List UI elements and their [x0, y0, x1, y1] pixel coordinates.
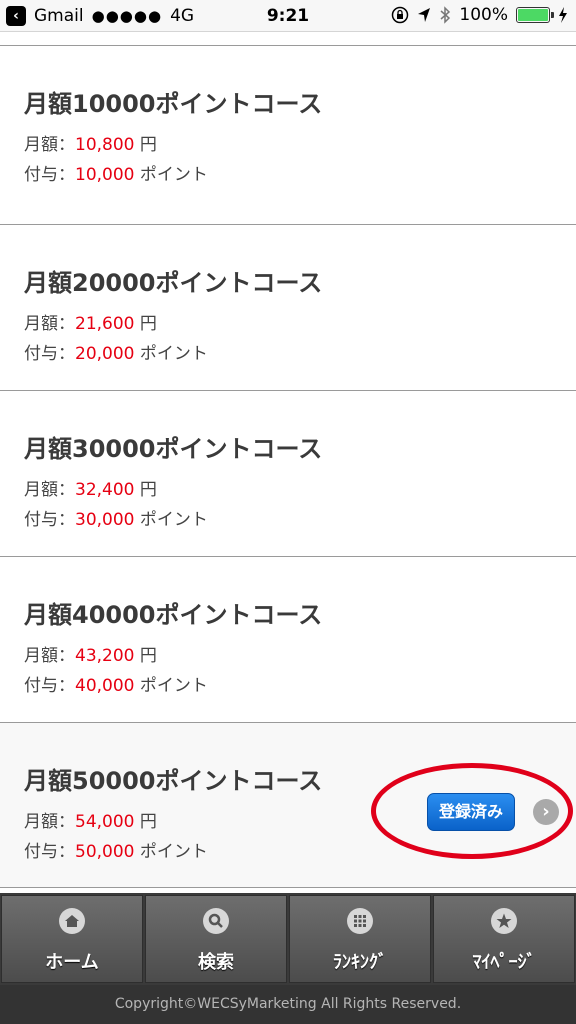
points-label: 付与： — [24, 676, 75, 696]
grid-icon — [347, 908, 373, 934]
price-label: 月額： — [24, 646, 75, 666]
price-value: 21,600 — [75, 314, 135, 334]
yen-unit: 円 — [139, 812, 157, 832]
charging-icon — [559, 7, 567, 23]
search-icon — [203, 908, 229, 934]
points-unit: ポイント — [139, 165, 208, 185]
points-label: 付与： — [24, 510, 75, 530]
nav-search-label: 検索 — [198, 952, 234, 973]
yen-unit: 円 — [139, 314, 157, 334]
nav-home[interactable]: ホーム — [1, 895, 143, 983]
course-points-line: 付与：30,000 ポイント — [24, 505, 208, 530]
course-title: 月額30000ポイントコース — [24, 435, 323, 463]
price-label: 月額： — [24, 812, 75, 832]
nav-mypage[interactable]: ﾏｲﾍﾟｰｼﾞ — [433, 895, 575, 983]
points-value: 50,000 — [75, 842, 135, 862]
points-unit: ポイント — [139, 676, 208, 696]
price-value: 43,200 — [75, 646, 135, 666]
location-arrow-icon — [418, 8, 431, 22]
course-title: 月額10000ポイントコース — [24, 90, 323, 118]
star-icon — [491, 908, 517, 934]
yen-unit: 円 — [139, 646, 157, 666]
nav-search[interactable]: 検索 — [145, 895, 287, 983]
points-value: 40,000 — [75, 676, 135, 696]
points-unit: ポイント — [139, 510, 208, 530]
course-price-line: 月額：21,600 円 — [24, 309, 157, 334]
bottom-nav: ホーム 検索 ﾗﾝｷﾝｸﾞ ﾏｲﾍﾟｰｼﾞ — [0, 893, 576, 985]
battery-percent: 100% — [459, 5, 508, 25]
registered-button[interactable]: 登録済み — [427, 793, 515, 831]
points-unit: ポイント — [139, 344, 208, 364]
course-price-line: 月額：32,400 円 — [24, 475, 157, 500]
points-label: 付与： — [24, 842, 75, 862]
course-item[interactable]: 月額10000ポイントコース 月額：10,800 円 付与：10,000 ポイン… — [0, 45, 576, 224]
points-label: 付与： — [24, 165, 75, 185]
course-price-line: 月額：43,200 円 — [24, 641, 157, 666]
battery-level — [518, 9, 548, 21]
course-item-registered[interactable]: 月額50000ポイントコース 月額：54,000 円 付与：50,000 ポイン… — [0, 722, 576, 888]
course-price-line: 月額：10,800 円 — [24, 130, 157, 155]
course-points-line: 付与：40,000 ポイント — [24, 671, 208, 696]
course-title: 月額50000ポイントコース — [24, 767, 323, 795]
course-item[interactable]: 月額20000ポイントコース 月額：21,600 円 付与：20,000 ポイン… — [0, 224, 576, 390]
chevron-right-icon[interactable]: › — [533, 799, 559, 825]
course-title: 月額40000ポイントコース — [24, 601, 323, 629]
price-label: 月額： — [24, 480, 75, 500]
points-value: 30,000 — [75, 510, 135, 530]
orientation-lock-icon — [392, 6, 409, 24]
course-item[interactable]: 月額40000ポイントコース 月額：43,200 円 付与：40,000 ポイン… — [0, 556, 576, 722]
bluetooth-icon — [440, 6, 451, 24]
yen-unit: 円 — [139, 135, 157, 155]
yen-unit: 円 — [139, 480, 157, 500]
price-label: 月額： — [24, 314, 75, 334]
battery-icon — [516, 7, 554, 23]
nav-mypage-label: ﾏｲﾍﾟｰｼﾞ — [472, 952, 536, 973]
nav-ranking[interactable]: ﾗﾝｷﾝｸﾞ — [289, 895, 431, 983]
price-value: 10,800 — [75, 135, 135, 155]
course-points-line: 付与：10,000 ポイント — [24, 160, 208, 185]
nav-ranking-label: ﾗﾝｷﾝｸﾞ — [333, 952, 387, 973]
points-unit: ポイント — [139, 842, 208, 862]
status-bar: ‹ Gmail ●●●●● 4G 9:21 100% — [0, 0, 576, 32]
points-value: 20,000 — [75, 344, 135, 364]
price-label: 月額： — [24, 135, 75, 155]
points-label: 付与： — [24, 344, 75, 364]
course-item[interactable]: 月額30000ポイントコース 月額：32,400 円 付与：30,000 ポイン… — [0, 390, 576, 556]
nav-home-label: ホーム — [45, 952, 99, 973]
price-value: 54,000 — [75, 812, 135, 832]
course-points-line: 付与：50,000 ポイント — [24, 837, 208, 862]
points-value: 10,000 — [75, 165, 135, 185]
course-title: 月額20000ポイントコース — [24, 269, 323, 297]
course-points-line: 付与：20,000 ポイント — [24, 339, 208, 364]
price-value: 32,400 — [75, 480, 135, 500]
course-list: 月額10000ポイントコース 月額：10,800 円 付与：10,000 ポイン… — [0, 33, 576, 888]
copyright-footer: Copyright©WECSyMarketing All Rights Rese… — [0, 985, 576, 1024]
status-right: 100% — [391, 5, 568, 25]
home-icon — [59, 908, 85, 934]
course-price-line: 月額：54,000 円 — [24, 807, 157, 832]
